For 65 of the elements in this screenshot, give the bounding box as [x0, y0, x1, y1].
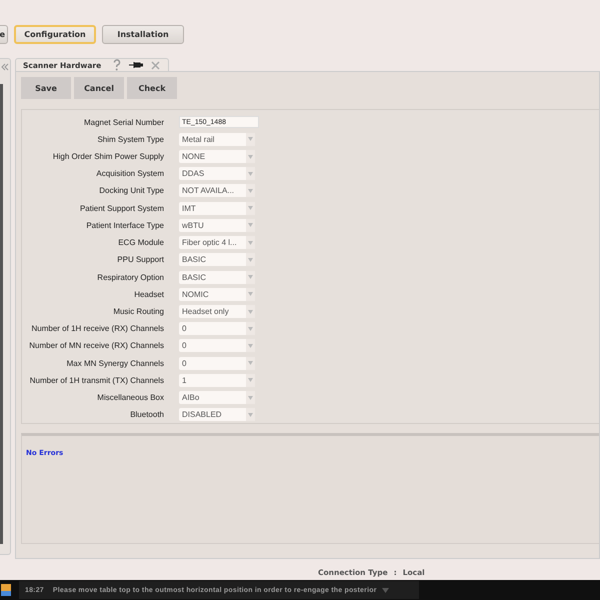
field-label: Respiratory Option	[96, 272, 164, 282]
dropdown[interactable]: NOMIC	[179, 288, 255, 301]
field-label: Number of MN receive (RX) Channels	[28, 341, 164, 350]
caret-icon	[248, 344, 253, 348]
close-icon[interactable]	[151, 60, 160, 70]
field-label: ECG Module	[117, 238, 164, 248]
dropdown[interactable]: 1	[179, 374, 255, 387]
caret-icon	[248, 206, 253, 210]
caret-icon	[248, 188, 253, 193]
caret-icon	[248, 223, 253, 228]
caret-icon	[248, 172, 253, 176]
dropdown[interactable]: 0	[179, 356, 255, 370]
app-icon[interactable]	[1, 584, 11, 596]
dropdown[interactable]: AIBo	[179, 391, 255, 404]
caret-icon	[382, 588, 389, 592]
dropdown[interactable]: Headset only	[179, 305, 255, 318]
field-label: Music Routing	[112, 307, 164, 316]
dropdown[interactable]: DISABLED	[179, 408, 255, 422]
dropdown[interactable]: NOT AVAILA...	[179, 184, 255, 198]
scroll-bar[interactable]	[0, 84, 3, 544]
dropdown[interactable]: Metal rail	[179, 132, 255, 146]
caret-icon	[248, 258, 253, 262]
field-label: Patient Support System	[78, 204, 164, 213]
field-label: Max MN Synergy Channels	[66, 358, 164, 368]
dropdown[interactable]: BASIC	[179, 270, 255, 284]
dropdown[interactable]: NONE	[179, 150, 255, 164]
field-label: Shim System Type	[96, 134, 164, 144]
field-label: High Order Shim Power Supply	[52, 152, 164, 162]
nav-tab[interactable]: Configuration	[14, 25, 96, 44]
dropdown[interactable]: BASIC	[179, 253, 255, 266]
dropdown[interactable]: 0	[179, 322, 255, 336]
field-label: Bluetooth	[129, 410, 164, 420]
dropdown[interactable]: DDAS	[179, 167, 255, 180]
caret-icon	[248, 396, 253, 400]
caret-icon	[248, 361, 253, 366]
dropdown[interactable]: Fiber optic 4 l...	[179, 236, 255, 250]
caret-icon	[248, 240, 253, 245]
toolbar-button[interactable]: Save	[21, 77, 71, 99]
field-label: Patient Interface Type	[85, 220, 164, 230]
dropdown[interactable]: 0	[179, 339, 255, 352]
toolbar-button[interactable]: Cancel	[74, 77, 124, 99]
help-icon[interactable]	[113, 59, 122, 71]
caret-icon	[248, 275, 253, 280]
caret-icon	[248, 154, 253, 159]
caret-icon	[248, 378, 253, 382]
caret-icon	[248, 412, 253, 417]
nav-tab[interactable]: e	[0, 25, 8, 44]
field-label: Headset	[133, 290, 164, 299]
nav-tab[interactable]: Installation	[102, 25, 184, 44]
field-label: Magnet Serial Number	[82, 118, 164, 127]
field-label: PPU Support	[116, 255, 164, 264]
dropdown[interactable]: wBTU	[179, 218, 255, 232]
toolbar-button[interactable]: Check	[127, 77, 177, 99]
collapse-icon[interactable]	[1, 63, 9, 71]
dropdown[interactable]: IMT	[179, 202, 255, 215]
field-label: Docking Unit Type	[98, 186, 164, 196]
caret-icon	[248, 292, 253, 296]
caret-icon	[248, 310, 253, 314]
pin-icon[interactable]	[129, 61, 144, 69]
caret-icon	[248, 137, 253, 142]
field-label: Number of 1H receive (RX) Channels	[30, 324, 164, 334]
caret-icon	[248, 326, 253, 331]
field-label: Number of 1H transmit (TX) Channels	[28, 376, 164, 385]
field-label: Acquisition System	[95, 169, 164, 178]
field-label: Miscellaneous Box	[96, 393, 164, 402]
